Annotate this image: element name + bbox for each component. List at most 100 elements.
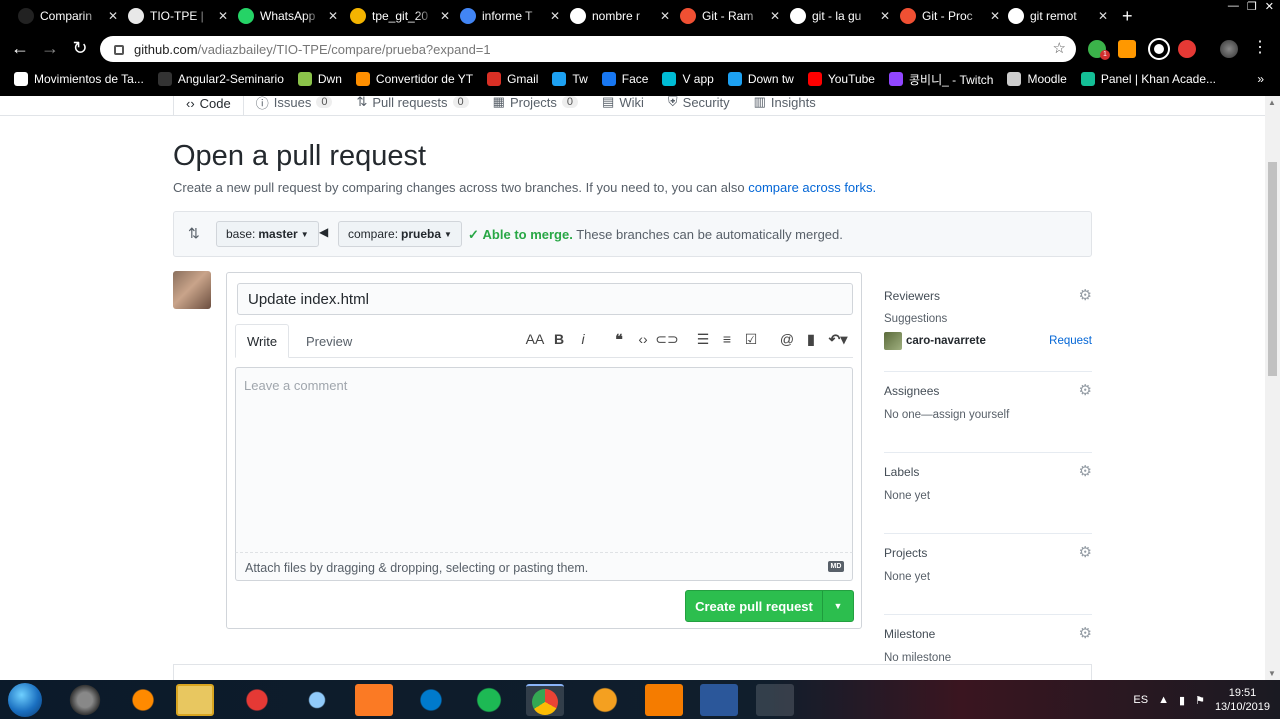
compare-branch-button[interactable]: compare: prueba ▼ [338,221,462,247]
taskbar-app-icon[interactable] [298,684,336,716]
gear-icon[interactable]: ⚙ [1079,624,1092,642]
close-tab-icon[interactable]: ✕ [1094,9,1108,23]
start-button[interactable] [8,683,42,717]
pr-title-input[interactable]: Update index.html [237,283,853,315]
git-gui-icon[interactable] [756,684,794,716]
browser-tab[interactable]: Git - Ram ✕ [680,4,780,28]
close-tab-icon[interactable]: ✕ [214,9,228,23]
tray-expand-icon[interactable]: ▲ [1158,694,1169,706]
attach-files-bar[interactable]: Attach files by dragging & dropping, sel… [235,553,853,581]
browser-tab[interactable]: git remot ✕ [1008,4,1108,28]
word-icon[interactable] [700,684,738,716]
bookmark-item[interactable]: Angular2-Seminario [157,72,284,86]
browser-tab[interactable]: Comparin ✕ [18,4,118,28]
create-pull-request-button[interactable]: Create pull request ▼ [685,590,854,622]
file-explorer-icon[interactable] [176,684,214,716]
flag-icon[interactable]: ⚑ [1195,694,1205,707]
gear-icon[interactable]: ⚙ [1079,381,1092,399]
more-bookmarks-icon[interactable]: » [1257,72,1264,86]
avatar[interactable] [173,271,211,309]
bookmark-item[interactable]: Tw [552,72,588,86]
reviewers-heading[interactable]: Reviewers [884,289,940,303]
gear-icon[interactable]: ⚙ [1079,462,1092,480]
bookmark-item[interactable]: 콩비니_ - Twitch [888,71,993,88]
tab-write[interactable]: Write [235,324,290,358]
circle-extension-icon[interactable] [1150,40,1168,58]
bookmark-item[interactable]: Down tw [727,72,794,86]
close-tab-icon[interactable]: ✕ [986,9,1000,23]
language-indicator[interactable]: ES [1133,694,1148,706]
browser-tab[interactable]: tpe_git_20 ✕ [350,4,450,28]
scrollbar[interactable]: ▲ ▼ [1265,96,1280,680]
italic-icon[interactable]: i [571,331,595,348]
bookmark-item[interactable]: Convertidor de YT [355,72,473,86]
avast-icon[interactable] [124,684,162,716]
assignees-heading[interactable]: Assignees [884,384,939,398]
quote-icon[interactable]: ❝ [607,331,631,348]
battery-icon[interactable]: ▮ [1179,694,1185,707]
header-icon[interactable]: AA [523,331,547,348]
repo-tab[interactable]: ⇅ Pull requests 0 [344,96,480,116]
gear-icon[interactable]: ⚙ [1079,286,1092,304]
close-tab-icon[interactable]: ✕ [876,9,890,23]
xampp-icon[interactable] [355,684,393,716]
key-extension-icon[interactable] [1118,40,1136,58]
close-tab-icon[interactable]: ✕ [436,9,450,23]
task-list-icon[interactable]: ☑ [739,331,763,348]
bookmark-star-icon[interactable]: ☆ [1053,39,1066,57]
taskbar-app-icon[interactable] [586,684,624,716]
bookmark-item[interactable]: V app [662,72,714,86]
close-tab-icon[interactable]: ✕ [766,9,780,23]
link-icon[interactable]: ⊂⊃ [655,331,679,348]
taskbar-app-icon[interactable] [66,684,104,716]
close-tab-icon[interactable]: ✕ [546,9,560,23]
bookmark-item[interactable]: Dwn [297,72,342,86]
repo-tab[interactable]: ▥ Insights [742,96,828,116]
back-icon[interactable]: ← [10,38,30,58]
request-link[interactable]: Request [1049,335,1092,347]
repo-tab[interactable]: ▦ Projects 0 [481,96,590,116]
close-tab-icon[interactable]: ✕ [324,9,338,23]
close-window-icon[interactable]: ✕ [1265,0,1274,13]
browser-tab[interactable]: Git - Proc ✕ [900,4,1000,28]
profile-avatar[interactable] [1220,40,1238,58]
scroll-up-icon[interactable]: ▲ [1268,98,1276,107]
minimize-icon[interactable]: — [1228,0,1239,13]
browser-tab[interactable]: nombre r ✕ [570,4,670,28]
forward-icon[interactable]: → [40,38,60,58]
close-tab-icon[interactable]: ✕ [656,9,670,23]
vscode-icon[interactable] [412,684,450,716]
milestone-heading[interactable]: Milestone [884,627,935,641]
scrollbar-thumb[interactable] [1268,162,1277,376]
ccleaner-icon[interactable] [238,684,276,716]
bookmark-item[interactable]: Gmail [487,72,538,86]
browser-tab[interactable]: git - la gu ✕ [790,4,890,28]
taskbar-app-icon[interactable] [645,684,683,716]
reload-icon[interactable]: ↻ [70,38,90,58]
bookmark-item[interactable]: YouTube [807,72,875,86]
bookmark-item[interactable]: Movimientos de Ta... [14,72,144,86]
restore-icon[interactable]: ❐ [1247,0,1257,13]
bold-icon[interactable]: B [547,331,571,348]
address-bar[interactable]: github.com/vadiazbailey/TIO-TPE/compare/… [100,36,1076,62]
code-icon[interactable]: ‹› [631,331,655,348]
browser-tab[interactable]: informe T ✕ [460,4,560,28]
clock[interactable]: 19:51 13/10/2019 [1215,686,1270,714]
comment-textarea[interactable]: Leave a comment [235,367,853,553]
saved-reply-icon[interactable]: ▮ [799,331,823,348]
browser-tab[interactable]: TIO-TPE | ✕ [128,4,228,28]
labels-heading[interactable]: Labels [884,465,919,479]
spotify-icon[interactable] [470,684,508,716]
reply-icon[interactable]: ↶▾ [823,331,853,348]
scroll-down-icon[interactable]: ▼ [1268,669,1276,678]
assignees-value[interactable]: No one—assign yourself [884,409,1009,421]
repo-tab[interactable]: ⛨ Security [656,96,742,116]
repo-tab[interactable]: ⓘ Issues 0 [244,96,345,116]
caret-down-icon[interactable]: ▼ [823,591,853,621]
bookmark-item[interactable]: Face [601,72,648,86]
mention-icon[interactable]: @ [775,331,799,348]
tab-preview[interactable]: Preview [295,324,363,358]
repo-tab[interactable]: ▤ Wiki [590,96,656,116]
menu-icon[interactable]: ⋮ [1250,38,1270,58]
projects-heading[interactable]: Projects [884,546,927,560]
